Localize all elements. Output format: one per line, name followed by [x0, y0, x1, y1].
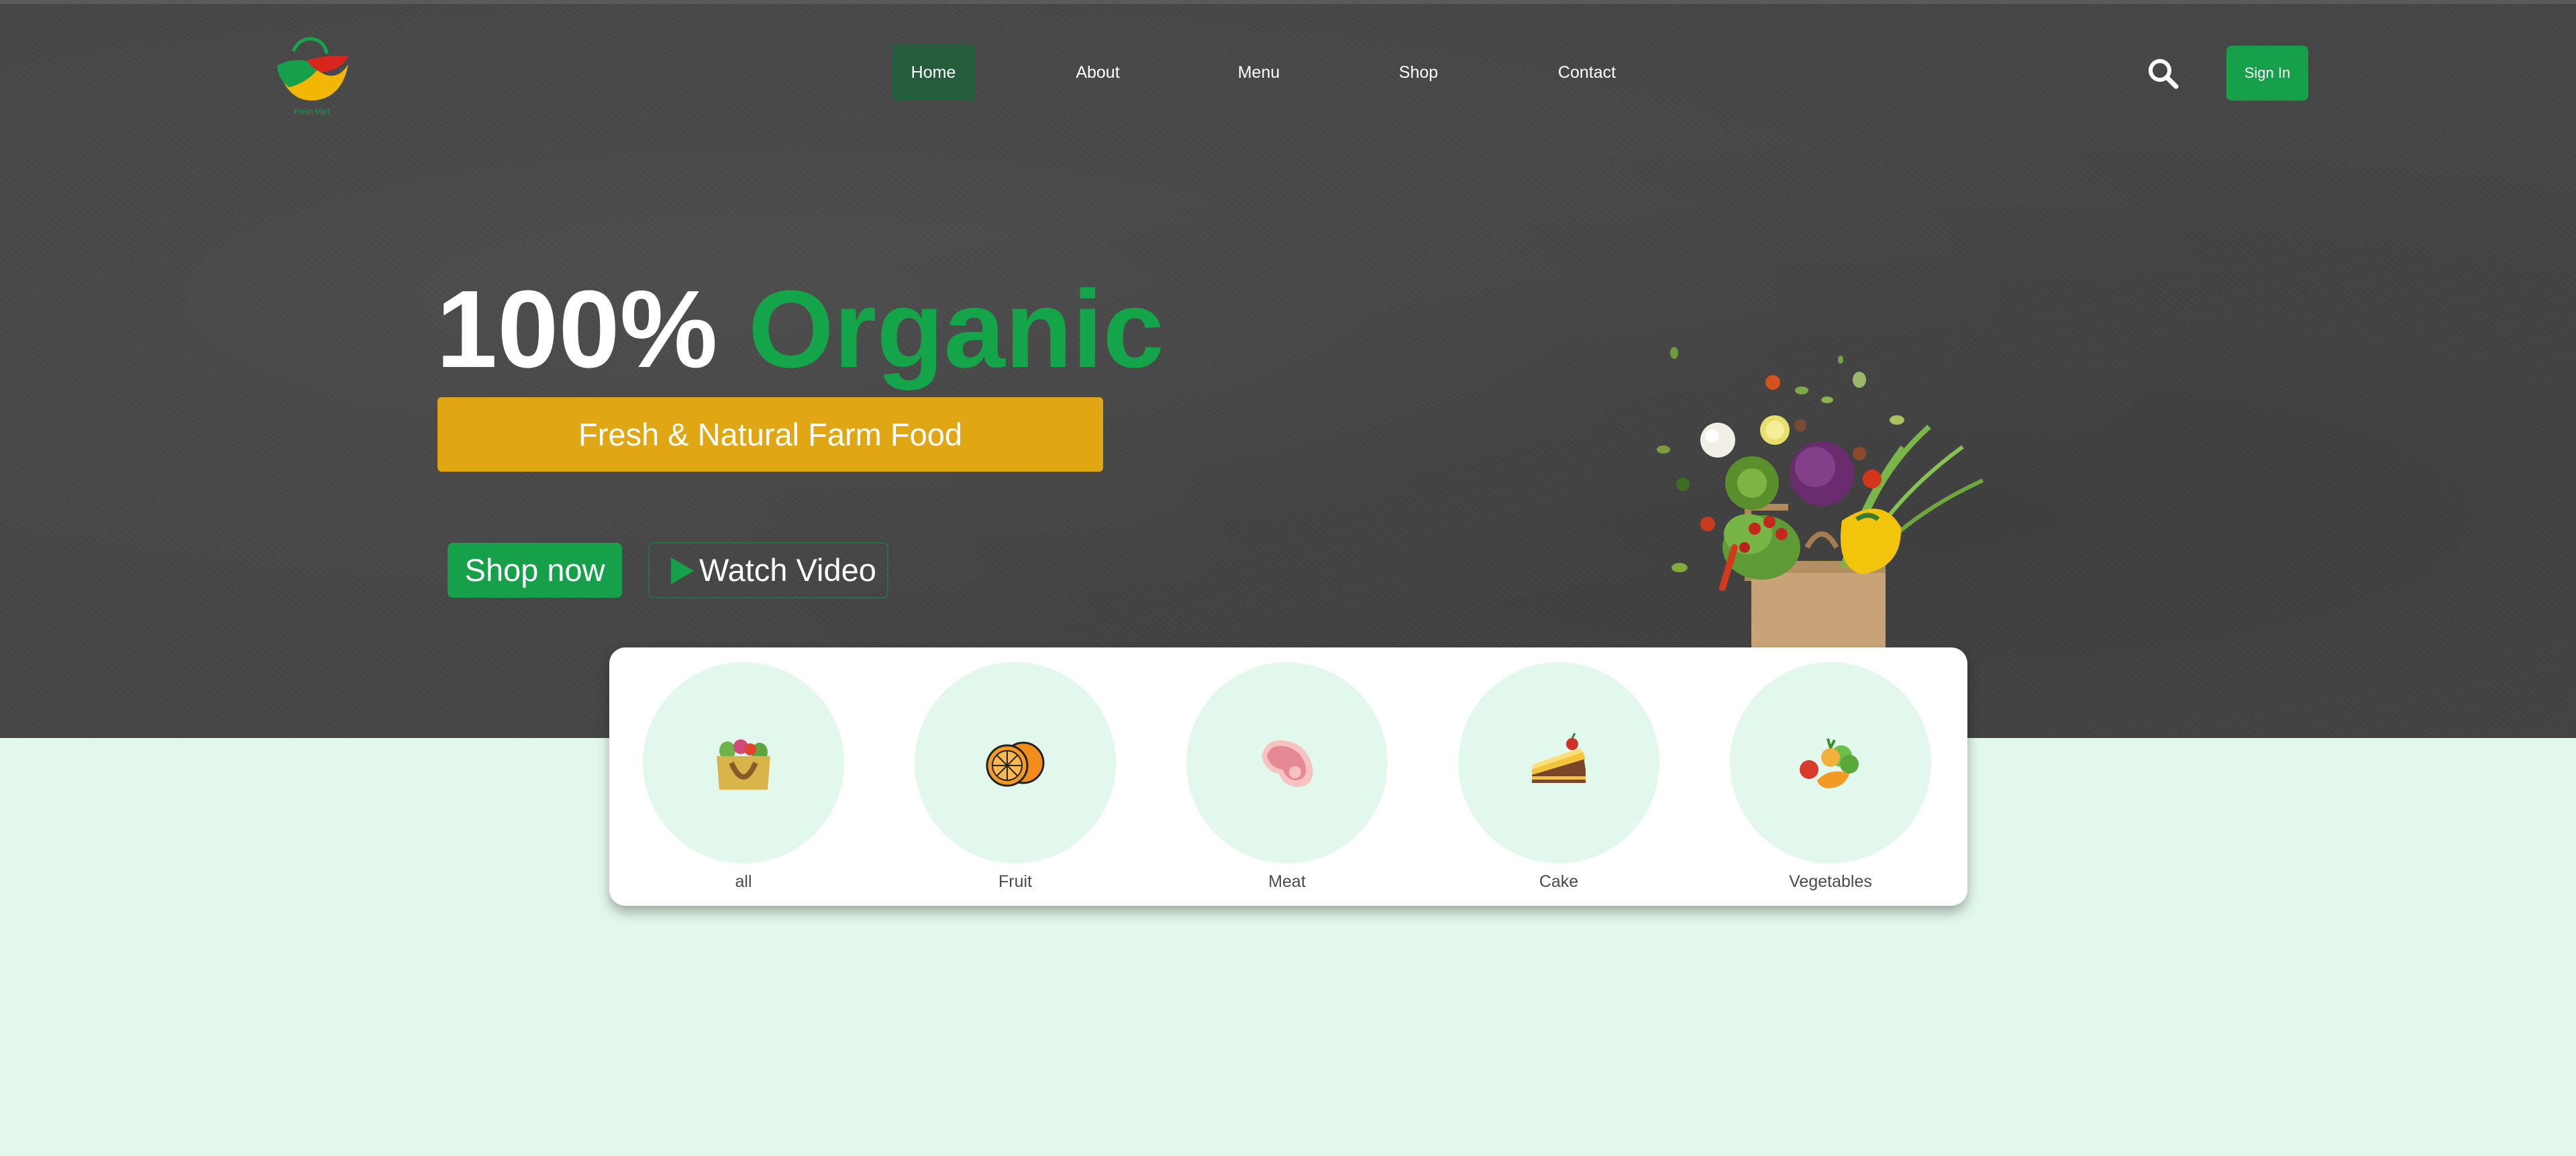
category-label-fruit: Fruit: [998, 872, 1032, 891]
grocery-basket-icon: [717, 739, 770, 790]
orange-icon: [986, 741, 1045, 787]
hero-subtitle: Fresh & Natural Farm Food: [437, 397, 1103, 472]
nav-item-home[interactable]: Home: [892, 44, 975, 101]
category-circle: [1458, 662, 1659, 863]
hero-section: Fresh Mart Home About Menu Shop Contact …: [0, 0, 2576, 738]
category-vegetables[interactable]: Vegetables: [1730, 662, 1931, 894]
category-fruit[interactable]: Fruit: [915, 662, 1116, 894]
brand-logo[interactable]: Fresh Mart: [272, 34, 352, 117]
nav-item-about[interactable]: About: [1054, 44, 1141, 101]
category-circle: [1730, 662, 1931, 863]
headline-percent: 100%: [436, 268, 718, 390]
play-icon: [671, 558, 694, 584]
category-label-meat: Meat: [1268, 872, 1306, 891]
steak-icon: [1261, 740, 1313, 787]
watch-video-button[interactable]: Watch Video: [648, 542, 888, 598]
nav-item-menu[interactable]: Menu: [1215, 44, 1302, 101]
category-all[interactable]: all: [643, 662, 844, 894]
cake-slice-icon: [1532, 733, 1586, 783]
headline-organic: Organic: [748, 268, 1164, 390]
category-circle: [915, 662, 1116, 863]
vegetables-icon: [1800, 738, 1859, 788]
category-label-cake: Cake: [1539, 872, 1579, 891]
category-cake[interactable]: Cake: [1458, 662, 1659, 894]
category-circle: [1186, 662, 1388, 863]
category-meat[interactable]: Meat: [1186, 662, 1388, 894]
shop-now-button[interactable]: Shop now: [448, 543, 622, 598]
grocery-bag-image: [1657, 347, 1984, 651]
category-circle: [643, 662, 844, 863]
search-icon[interactable]: [2147, 57, 2179, 89]
sign-in-button[interactable]: Sign In: [2226, 46, 2308, 101]
category-label-vegetables: Vegetables: [1789, 872, 1872, 891]
nav-item-contact[interactable]: Contact: [1537, 44, 1637, 101]
category-label-all: all: [735, 872, 752, 891]
watch-video-label: Watch Video: [699, 552, 876, 588]
hero-headline: 100% Organic: [436, 266, 1164, 393]
nav-item-shop[interactable]: Shop: [1375, 44, 1462, 101]
category-card: all Fruit Meat Cake Vegetables: [609, 647, 1967, 906]
logo-caption: Fresh Mart: [294, 108, 329, 116]
